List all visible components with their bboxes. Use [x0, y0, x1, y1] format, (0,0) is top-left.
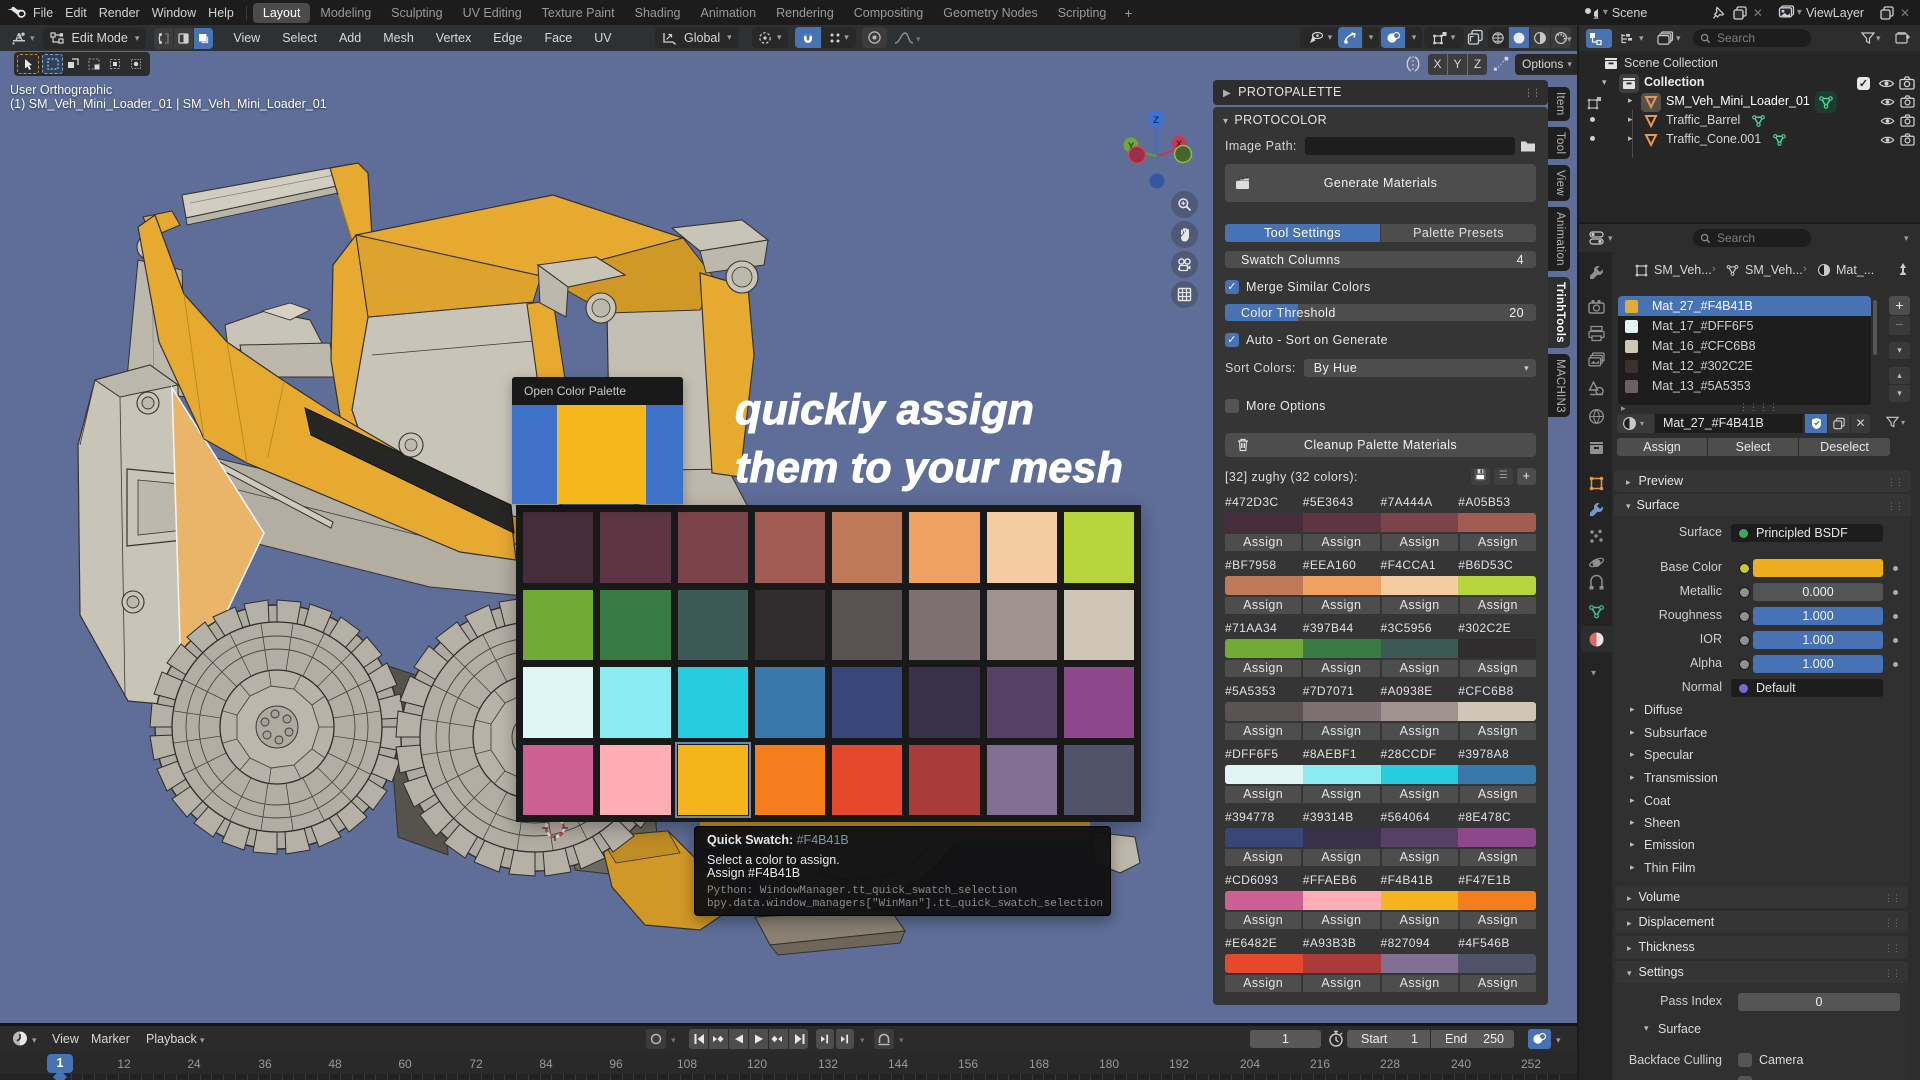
svg-text:Z: Z — [1153, 115, 1159, 126]
